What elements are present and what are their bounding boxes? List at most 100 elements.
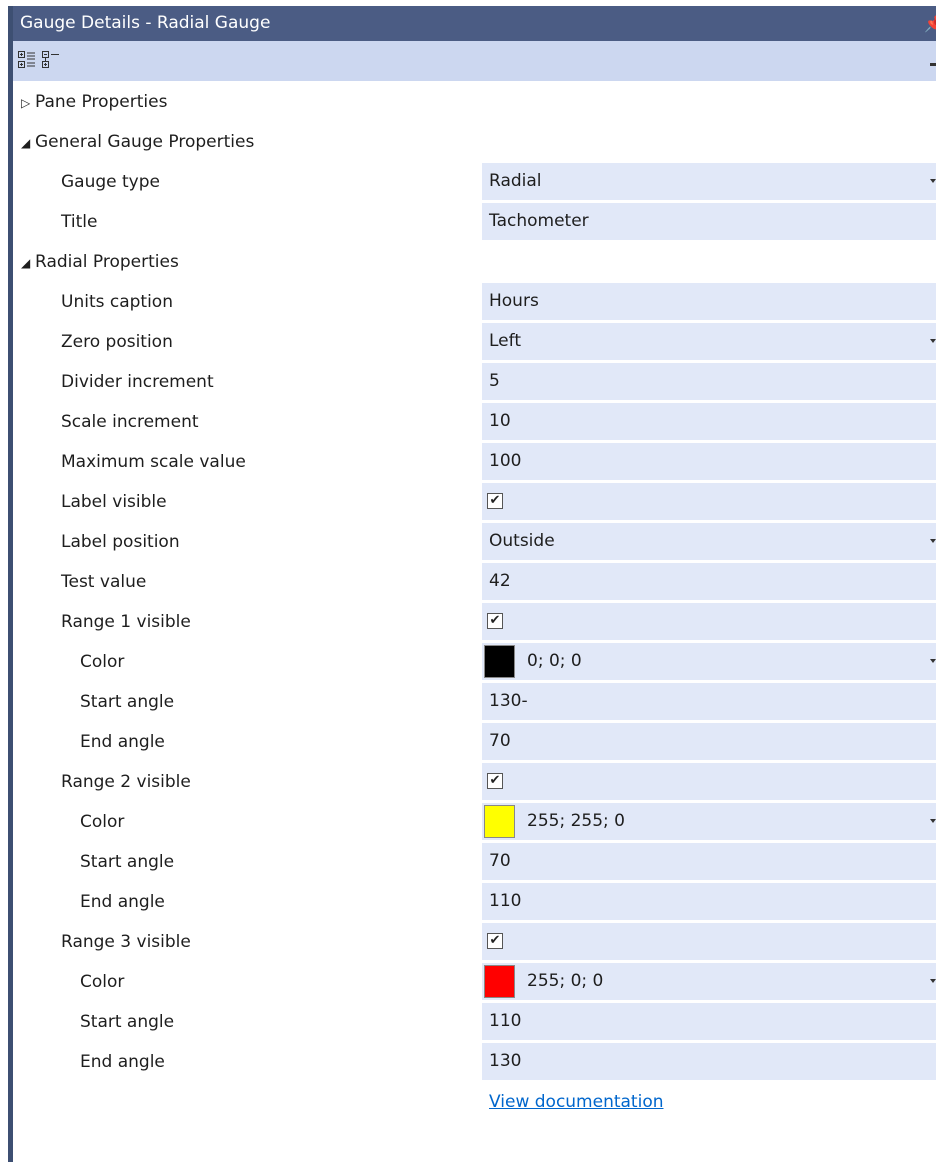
property-gauge-type[interactable]: Gauge type Radial	[13, 162, 936, 202]
property-label: End angle	[80, 1052, 165, 1072]
maximum-scale-field[interactable]: 100	[482, 443, 936, 480]
property-label: Title	[61, 212, 98, 232]
property-range-3-visible[interactable]: Range 3 visible ✔	[13, 922, 936, 962]
label-position-dropdown[interactable]: Outside	[482, 523, 936, 560]
category-label: Pane Properties	[35, 92, 168, 112]
property-label: Range 2 visible	[61, 772, 191, 792]
property-divider-increment[interactable]: Divider increment 5	[13, 362, 936, 402]
range-3-start-angle-field[interactable]: 110	[482, 1003, 936, 1040]
property-label: Label visible	[61, 492, 167, 512]
collapse-arrow-icon[interactable]: ◢	[21, 243, 35, 283]
property-range-2-visible[interactable]: Range 2 visible ✔	[13, 762, 936, 802]
property-label: Color	[80, 652, 125, 672]
property-label: Gauge type	[61, 172, 160, 192]
chevron-down-icon[interactable]	[930, 979, 936, 983]
range-3-visible-cell: ✔	[482, 923, 936, 960]
property-test-value[interactable]: Test value 42	[13, 562, 936, 602]
chevron-down-icon[interactable]	[930, 539, 936, 543]
property-range-1-end-angle[interactable]: End angle 70	[13, 722, 936, 762]
property-zero-position[interactable]: Zero position Left	[13, 322, 936, 362]
color-swatch	[484, 965, 515, 998]
property-range-3-color[interactable]: Color 255; 0; 0	[13, 962, 936, 1002]
property-range-1-start-angle[interactable]: Start angle 130-	[13, 682, 936, 722]
range-1-end-angle-field[interactable]: 70	[482, 723, 936, 760]
property-range-2-end-angle[interactable]: End angle 110	[13, 882, 936, 922]
color-swatch	[484, 645, 515, 678]
range-3-visible-checkbox[interactable]: ✔	[487, 933, 503, 949]
property-range-1-visible[interactable]: Range 1 visible ✔	[13, 602, 936, 642]
property-label: Start angle	[80, 1012, 175, 1032]
property-range-2-start-angle[interactable]: Start angle 70	[13, 842, 936, 882]
property-label-visible[interactable]: Label visible ✔	[13, 482, 936, 522]
property-maximum-scale-value[interactable]: Maximum scale value 100	[13, 442, 936, 482]
range-2-visible-checkbox[interactable]: ✔	[487, 773, 503, 789]
pin-icon[interactable]: 📌	[924, 6, 936, 41]
pane-titlebar: Gauge Details - Radial Gauge 📌	[13, 6, 936, 41]
property-label: Start angle	[80, 852, 175, 872]
toolbar-overflow-icon[interactable]	[930, 63, 936, 66]
property-units-caption[interactable]: Units caption Hours	[13, 282, 936, 322]
category-pane-properties[interactable]: ▷ Pane Properties	[13, 82, 936, 122]
property-grid: ▷ Pane Properties ◢ General Gauge Properti…	[13, 82, 936, 1082]
color-swatch	[484, 805, 515, 838]
category-general-gauge-properties[interactable]: ◢ General Gauge Properties	[13, 122, 936, 162]
property-range-1-color[interactable]: Color 0; 0; 0	[13, 642, 936, 682]
range-2-visible-cell: ✔	[482, 763, 936, 800]
category-radial-properties[interactable]: ◢ Radial Properties	[13, 242, 936, 282]
property-label: End angle	[80, 892, 165, 912]
range-1-visible-checkbox[interactable]: ✔	[487, 613, 503, 629]
toolbar	[13, 41, 936, 81]
zero-position-dropdown[interactable]: Left	[482, 323, 936, 360]
property-label: Zero position	[61, 332, 173, 352]
label-visible-cell: ✔	[482, 483, 936, 520]
view-documentation-link[interactable]: View documentation	[489, 1092, 664, 1112]
chevron-down-icon[interactable]	[930, 659, 936, 663]
chevron-down-icon[interactable]	[930, 339, 936, 343]
range-1-start-angle-field[interactable]: 130-	[482, 683, 936, 720]
label-visible-checkbox[interactable]: ✔	[487, 493, 503, 509]
range-3-end-angle-field[interactable]: 130	[482, 1043, 936, 1080]
divider-increment-field[interactable]: 5	[482, 363, 936, 400]
property-range-3-start-angle[interactable]: Start angle 110	[13, 1002, 936, 1042]
property-label: Divider increment	[61, 372, 214, 392]
property-label: Scale increment	[61, 412, 199, 432]
range-3-color-picker[interactable]: 255; 0; 0	[482, 963, 936, 1000]
property-range-2-color[interactable]: Color 255; 255; 0	[13, 802, 936, 842]
alphabetical-view-icon[interactable]	[42, 50, 60, 70]
color-value: 0; 0; 0	[527, 651, 582, 671]
property-label: Range 1 visible	[61, 612, 191, 632]
range-1-visible-cell: ✔	[482, 603, 936, 640]
property-label: Range 3 visible	[61, 932, 191, 952]
color-value: 255; 0; 0	[527, 971, 604, 991]
property-label: Units caption	[61, 292, 173, 312]
test-value-field[interactable]: 42	[482, 563, 936, 600]
property-title[interactable]: Title Tachometer	[13, 202, 936, 242]
title-field[interactable]: Tachometer	[482, 203, 936, 240]
property-label: Color	[80, 812, 125, 832]
collapse-arrow-icon[interactable]: ◢	[21, 123, 35, 163]
property-label: Label position	[61, 532, 180, 552]
property-label-position[interactable]: Label position Outside	[13, 522, 936, 562]
chevron-down-icon[interactable]	[930, 179, 936, 183]
color-value: 255; 255; 0	[527, 811, 625, 831]
property-range-3-end-angle[interactable]: End angle 130	[13, 1042, 936, 1082]
categorized-view-icon[interactable]	[18, 50, 36, 70]
units-caption-field[interactable]: Hours	[482, 283, 936, 320]
category-label: Radial Properties	[35, 252, 179, 272]
range-2-color-picker[interactable]: 255; 255; 0	[482, 803, 936, 840]
category-label: General Gauge Properties	[35, 132, 255, 152]
chevron-down-icon[interactable]	[930, 819, 936, 823]
range-2-end-angle-field[interactable]: 110	[482, 883, 936, 920]
property-label: Color	[80, 972, 125, 992]
range-2-start-angle-field[interactable]: 70	[482, 843, 936, 880]
gauge-type-dropdown[interactable]: Radial	[482, 163, 936, 200]
property-scale-increment[interactable]: Scale increment 10	[13, 402, 936, 442]
scale-increment-field[interactable]: 10	[482, 403, 936, 440]
range-1-color-picker[interactable]: 0; 0; 0	[482, 643, 936, 680]
property-label: Start angle	[80, 692, 175, 712]
property-label: End angle	[80, 732, 165, 752]
property-label: Test value	[61, 572, 147, 592]
pane-title: Gauge Details - Radial Gauge	[20, 13, 271, 33]
expand-arrow-icon[interactable]: ▷	[21, 83, 35, 123]
property-label: Maximum scale value	[61, 452, 246, 472]
